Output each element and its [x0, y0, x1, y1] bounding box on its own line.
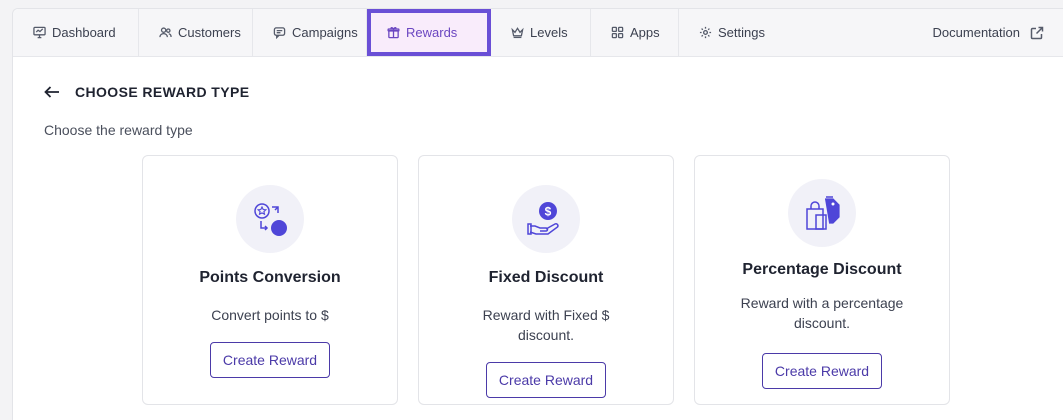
card-description: Reward with Fixed $ discount.: [482, 307, 610, 343]
dashboard-icon: [33, 26, 46, 39]
gear-icon: [699, 26, 712, 39]
grid-icon: [611, 26, 624, 39]
tab-customers[interactable]: Customers: [139, 9, 253, 56]
crown-icon: [511, 27, 524, 39]
gift-icon: [387, 26, 400, 39]
tab-bar: Dashboard Customers Campaigns Rewards Le…: [13, 9, 1063, 57]
tab-apps[interactable]: Apps: [591, 9, 679, 56]
card-icon-wrapper: [236, 185, 304, 253]
tab-label: Settings: [718, 25, 765, 40]
tab-levels[interactable]: Levels: [491, 9, 591, 56]
create-reward-button[interactable]: Create Reward: [762, 353, 882, 389]
points-conversion-icon: [254, 203, 287, 236]
back-button[interactable]: [43, 83, 61, 101]
tab-campaigns[interactable]: Campaigns: [253, 9, 367, 56]
shopping-tags-icon: [806, 196, 840, 230]
documentation-link[interactable]: Documentation: [933, 9, 1044, 56]
card-title: Points Conversion: [199, 269, 341, 286]
page-title: CHOOSE REWARD TYPE: [75, 84, 250, 100]
svg-text:$: $: [545, 205, 552, 219]
chat-icon: [273, 27, 286, 39]
tab-label: Campaigns: [292, 25, 358, 40]
tab-label: Dashboard: [52, 25, 116, 40]
card-description: Convert points to $: [211, 307, 329, 323]
tab-label: Levels: [530, 25, 568, 40]
page-header: CHOOSE REWARD TYPE: [43, 83, 249, 101]
create-reward-button[interactable]: Create Reward: [210, 342, 330, 378]
users-icon: [159, 27, 172, 38]
reward-card-percentage-discount: Percentage Discount Reward with a percen…: [694, 155, 950, 405]
app-frame: Dashboard Customers Campaigns Rewards Le…: [12, 8, 1063, 420]
page-subtitle: Choose the reward type: [44, 122, 193, 138]
tab-settings[interactable]: Settings: [679, 9, 783, 56]
card-description: Reward with a percentage discount.: [740, 295, 904, 331]
arrow-left-icon: [44, 86, 59, 98]
dollar-hand-icon: $: [527, 202, 559, 235]
tab-dashboard[interactable]: Dashboard: [13, 9, 139, 56]
card-title: Percentage Discount: [742, 261, 902, 278]
card-icon-wrapper: [788, 179, 856, 247]
tab-label: Customers: [178, 25, 241, 40]
card-icon-wrapper: $: [512, 185, 580, 253]
documentation-label: Documentation: [932, 25, 1020, 40]
create-reward-button[interactable]: Create Reward: [486, 362, 606, 398]
external-link-icon: [1030, 26, 1044, 39]
tab-label: Apps: [630, 25, 660, 40]
reward-card-fixed-discount: $ Fixed Discount Reward with Fixed $ dis…: [418, 155, 674, 405]
tab-label: Rewards: [406, 25, 458, 40]
reward-card-points-conversion: Points Conversion Convert points to $ Cr…: [142, 155, 398, 405]
tab-rewards[interactable]: Rewards: [367, 9, 491, 56]
card-title: Fixed Discount: [488, 269, 604, 286]
